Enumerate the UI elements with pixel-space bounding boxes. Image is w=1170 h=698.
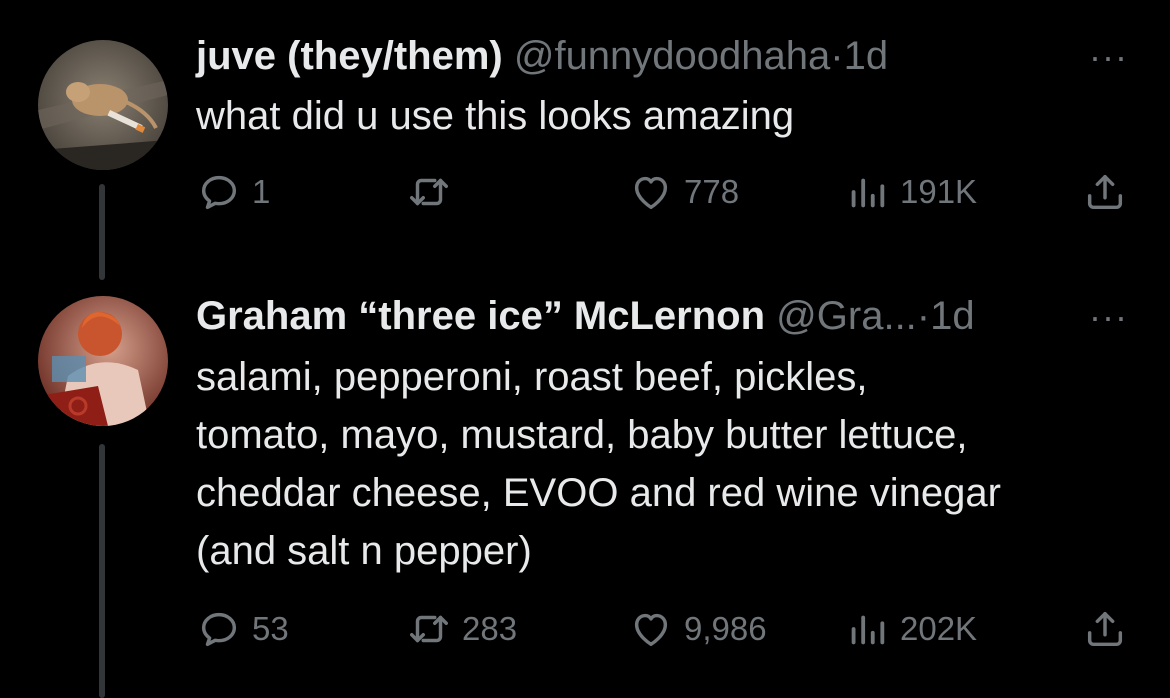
tweet-1[interactable]: juve (they/them) @funnydoodhaha·1d ··· w… bbox=[0, 0, 1170, 260]
like-count: 9,986 bbox=[684, 610, 767, 647]
views-button[interactable]: 202K bbox=[844, 604, 977, 654]
heart-icon bbox=[634, 613, 668, 647]
reply-icon bbox=[201, 612, 237, 647]
share-button[interactable] bbox=[1082, 167, 1128, 217]
like-count: 778 bbox=[684, 173, 740, 210]
avatar[interactable] bbox=[38, 40, 168, 170]
tweet-text-line: what did u use this looks amazing bbox=[196, 94, 795, 138]
tweet-text-line: cheddar cheese, EVOO and red wine vinega… bbox=[196, 471, 1001, 515]
action-bar: 1 778 191K bbox=[196, 167, 1136, 217]
display-name[interactable]: juve (they/them) bbox=[196, 34, 503, 78]
reply-count: 53 bbox=[252, 610, 289, 647]
tweet-header: juve (they/them) @funnydoodhaha·1d bbox=[196, 32, 888, 80]
separator-dot: · bbox=[916, 294, 931, 338]
retweet-button[interactable]: 283 bbox=[406, 604, 517, 654]
tweet-2[interactable]: Graham “three ice” McLernon @Gra...·1d ·… bbox=[0, 260, 1170, 698]
tweet-text-line: tomato, mayo, mustard, baby butter lettu… bbox=[196, 413, 968, 457]
views-count: 191K bbox=[900, 173, 978, 210]
like-button[interactable]: 778 bbox=[628, 167, 739, 217]
more-options-icon[interactable]: ··· bbox=[1089, 296, 1128, 338]
tweet-text-line: (and salt n pepper) bbox=[196, 529, 532, 573]
timestamp[interactable]: 1d bbox=[844, 34, 889, 78]
heart-icon bbox=[634, 176, 668, 210]
more-options-icon[interactable]: ··· bbox=[1089, 36, 1128, 78]
like-button[interactable]: 9,986 bbox=[628, 604, 767, 654]
tweet-text-line: salami, pepperoni, roast beef, pickles, bbox=[196, 355, 868, 399]
rat-avatar-icon bbox=[38, 40, 168, 170]
share-button[interactable] bbox=[1082, 604, 1128, 654]
display-name[interactable]: Graham “three ice” McLernon bbox=[196, 294, 765, 338]
retweet-icon bbox=[410, 178, 448, 206]
tweet-header: Graham “three ice” McLernon @Gra...·1d bbox=[196, 292, 975, 340]
retweet-count: 283 bbox=[462, 610, 518, 647]
reply-count: 1 bbox=[252, 173, 271, 210]
user-handle[interactable]: @Gra... bbox=[776, 294, 917, 338]
reply-icon bbox=[201, 175, 237, 210]
tweet-text: salami, pepperoni, roast beef, pickles, … bbox=[196, 348, 1001, 580]
avatar[interactable] bbox=[38, 296, 168, 426]
views-icon bbox=[851, 615, 885, 645]
separator-dot: · bbox=[830, 34, 844, 78]
reply-button[interactable]: 53 bbox=[196, 604, 289, 654]
views-icon bbox=[851, 178, 885, 208]
reply-button[interactable]: 1 bbox=[196, 167, 270, 217]
retweet-icon bbox=[410, 615, 448, 643]
person-avatar-icon bbox=[38, 296, 168, 426]
retweet-button[interactable] bbox=[406, 167, 462, 217]
tweet-text: what did u use this looks amazing bbox=[196, 87, 794, 145]
views-button[interactable]: 191K bbox=[844, 167, 977, 217]
user-handle[interactable]: @funnydoodhaha bbox=[514, 34, 830, 78]
action-bar: 53 283 9,986 202K bbox=[196, 604, 1136, 654]
views-count: 202K bbox=[900, 610, 978, 647]
share-icon bbox=[1087, 174, 1123, 210]
share-icon bbox=[1087, 611, 1123, 647]
timestamp[interactable]: 1d bbox=[930, 294, 975, 338]
